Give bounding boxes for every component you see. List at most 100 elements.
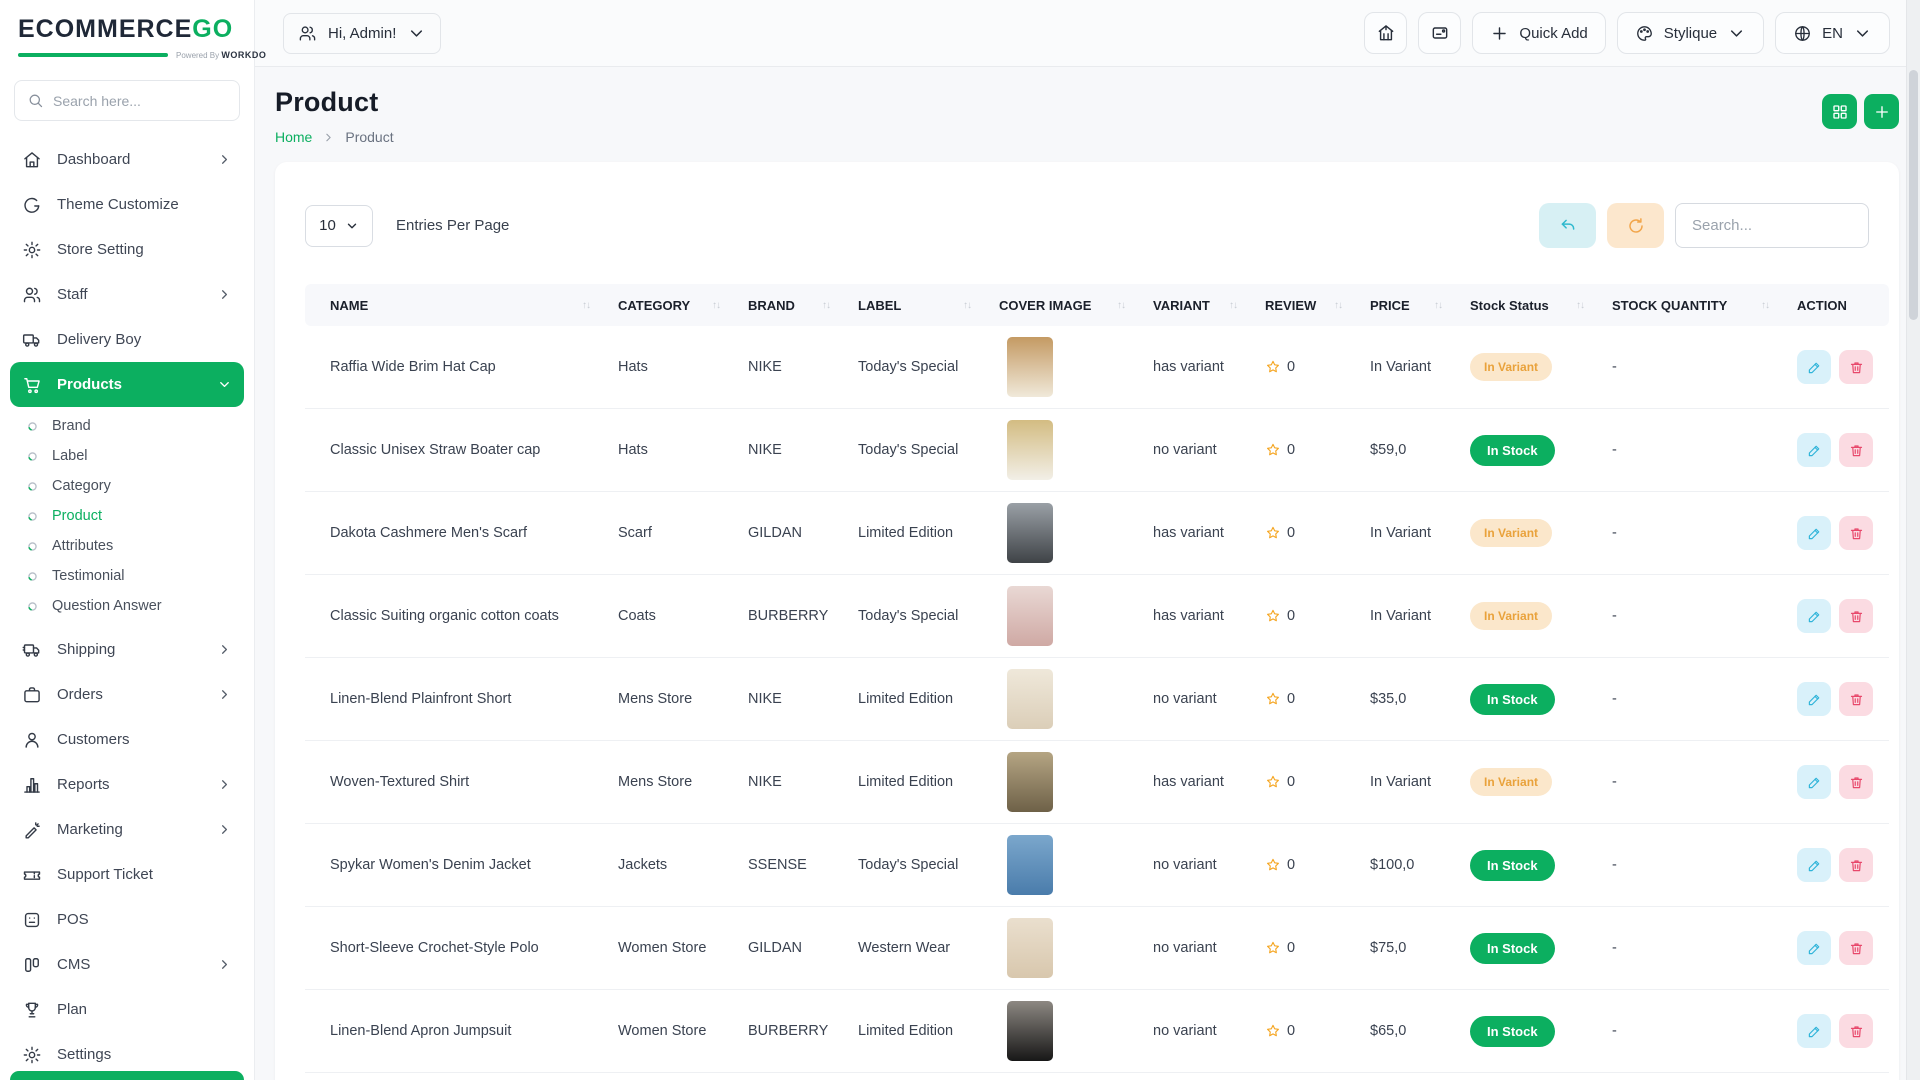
column-header-price[interactable]: PRICE↑↓ — [1370, 298, 1470, 313]
sidebar-subitem-testimonial[interactable]: Testimonial — [10, 561, 244, 591]
chevron-down-icon — [1727, 24, 1746, 43]
sidebar-item-store-setting[interactable]: Store Setting — [10, 227, 244, 272]
sort-icon[interactable]: ↑↓ — [1117, 300, 1125, 311]
sort-icon[interactable]: ↑↓ — [582, 300, 590, 311]
breadcrumb-home-link[interactable]: Home — [275, 129, 312, 145]
storefront-button[interactable] — [1364, 12, 1407, 54]
sidebar-item-label: Settings — [57, 1046, 111, 1063]
sort-icon[interactable]: ↑↓ — [1576, 300, 1584, 311]
delete-button[interactable] — [1839, 765, 1873, 799]
column-header-stock-status[interactable]: Stock Status↑↓ — [1470, 298, 1612, 313]
sidebar-item-delivery-boy[interactable]: Delivery Boy — [10, 317, 244, 362]
column-header-variant[interactable]: VARIANT↑↓ — [1153, 298, 1265, 313]
edit-button[interactable] — [1797, 848, 1831, 882]
sidebar-item-customers[interactable]: Customers — [10, 717, 244, 762]
column-header-stock-quantity[interactable]: STOCK QUANTITY↑↓ — [1612, 298, 1797, 313]
grid-view-button[interactable] — [1822, 94, 1857, 129]
row-actions — [1797, 765, 1889, 799]
row-actions — [1797, 682, 1889, 716]
edit-button[interactable] — [1797, 516, 1831, 550]
reports-icon — [22, 775, 42, 795]
stock-quantity: - — [1612, 774, 1797, 790]
sort-icon[interactable]: ↑↓ — [1434, 300, 1442, 311]
sort-icon[interactable]: ↑↓ — [712, 300, 720, 311]
sidebar-item-reports[interactable]: Reports — [10, 762, 244, 807]
sidebar-item-theme-customize[interactable]: Theme Customize — [10, 182, 244, 227]
sort-icon[interactable]: ↑↓ — [963, 300, 971, 311]
product-variant: no variant — [1153, 940, 1265, 956]
sidebar-item-shipping[interactable]: Shipping — [10, 627, 244, 672]
breadcrumb: Home Product — [275, 129, 394, 145]
column-header-category[interactable]: CATEGORY↑↓ — [618, 298, 748, 313]
column-header-review[interactable]: REVIEW↑↓ — [1265, 298, 1370, 313]
sidebar-item-orders[interactable]: Orders — [10, 672, 244, 717]
products-icon — [22, 375, 42, 395]
add-product-button[interactable] — [1864, 94, 1899, 129]
table-row: Raffia Wide Brim Hat CapHatsNIKEToday's … — [305, 326, 1889, 409]
language-selector-button[interactable]: EN — [1775, 12, 1890, 54]
column-header-brand[interactable]: BRAND↑↓ — [748, 298, 858, 313]
delete-button[interactable] — [1839, 682, 1873, 716]
product-category: Mens Store — [618, 691, 748, 707]
product-review: 0 — [1265, 525, 1370, 541]
edit-button[interactable] — [1797, 765, 1831, 799]
sidebar-subitem-brand[interactable]: Brand — [10, 411, 244, 441]
edit-button[interactable] — [1797, 433, 1831, 467]
product-variant: no variant — [1153, 857, 1265, 873]
star-icon — [1265, 359, 1281, 375]
sidebar-item-products[interactable]: Products — [10, 362, 244, 407]
sidebar-item-dashboard[interactable]: Dashboard — [10, 137, 244, 182]
chevron-right-icon — [217, 287, 232, 302]
sidebar-subitem-label[interactable]: Label — [10, 441, 244, 471]
delete-button[interactable] — [1839, 848, 1873, 882]
delete-button[interactable] — [1839, 516, 1873, 550]
sort-icon[interactable]: ↑↓ — [822, 300, 830, 311]
column-header-label[interactable]: LABEL↑↓ — [858, 298, 999, 313]
stock-status-badge: In Stock — [1470, 850, 1555, 881]
edit-button[interactable] — [1797, 931, 1831, 965]
edit-button[interactable] — [1797, 682, 1831, 716]
sidebar-item-marketing[interactable]: Marketing — [10, 807, 244, 852]
refresh-button[interactable] — [1607, 203, 1664, 248]
delete-button[interactable] — [1839, 1014, 1873, 1048]
undo-button[interactable] — [1539, 203, 1596, 248]
sidebar-subitem-question-answer[interactable]: Question Answer — [10, 591, 244, 621]
edit-button[interactable] — [1797, 599, 1831, 633]
sidebar-item-label: Shipping — [57, 641, 115, 658]
edit-button[interactable] — [1797, 1014, 1831, 1048]
sort-icon[interactable]: ↑↓ — [1761, 300, 1769, 311]
sidebar-item-staff[interactable]: Staff — [10, 272, 244, 317]
sort-icon[interactable]: ↑↓ — [1229, 300, 1237, 311]
card-button[interactable] — [1418, 12, 1461, 54]
quick-add-button[interactable]: Quick Add — [1472, 12, 1605, 54]
stock-quantity: - — [1612, 857, 1797, 873]
scrollbar-thumb[interactable] — [1909, 70, 1918, 320]
review-count: 0 — [1287, 442, 1295, 458]
review-count: 0 — [1287, 691, 1295, 707]
store-selector-button[interactable]: Stylique — [1617, 12, 1764, 54]
row-actions — [1797, 1014, 1889, 1048]
column-header-cover-image[interactable]: COVER IMAGE↑↓ — [999, 298, 1153, 313]
sidebar-item-pos[interactable]: POS — [10, 897, 244, 942]
sidebar-subitem-product[interactable]: Product — [10, 501, 244, 531]
sidebar-item-plan[interactable]: Plan — [10, 987, 244, 1032]
sidebar-subitem-attributes[interactable]: Attributes — [10, 531, 244, 561]
admin-menu-button[interactable]: Hi, Admin! — [283, 13, 441, 54]
page-scrollbar[interactable] — [1906, 0, 1920, 1080]
table-search-input[interactable] — [1675, 203, 1869, 248]
column-header-action[interactable]: ACTION — [1797, 298, 1889, 313]
sidebar-search[interactable] — [14, 80, 240, 121]
product-brand: GILDAN — [748, 940, 858, 956]
sidebar-subitem-category[interactable]: Category — [10, 471, 244, 501]
sidebar-item-cms[interactable]: CMS — [10, 942, 244, 987]
column-header-name[interactable]: NAME↑↓ — [330, 298, 618, 313]
sidebar-search-input[interactable] — [53, 93, 234, 109]
delete-button[interactable] — [1839, 350, 1873, 384]
delete-button[interactable] — [1839, 433, 1873, 467]
entries-per-page-select[interactable]: 10 — [305, 205, 373, 247]
sort-icon[interactable]: ↑↓ — [1334, 300, 1342, 311]
sidebar-item-support-ticket[interactable]: Support Ticket — [10, 852, 244, 897]
edit-button[interactable] — [1797, 350, 1831, 384]
delete-button[interactable] — [1839, 599, 1873, 633]
delete-button[interactable] — [1839, 931, 1873, 965]
